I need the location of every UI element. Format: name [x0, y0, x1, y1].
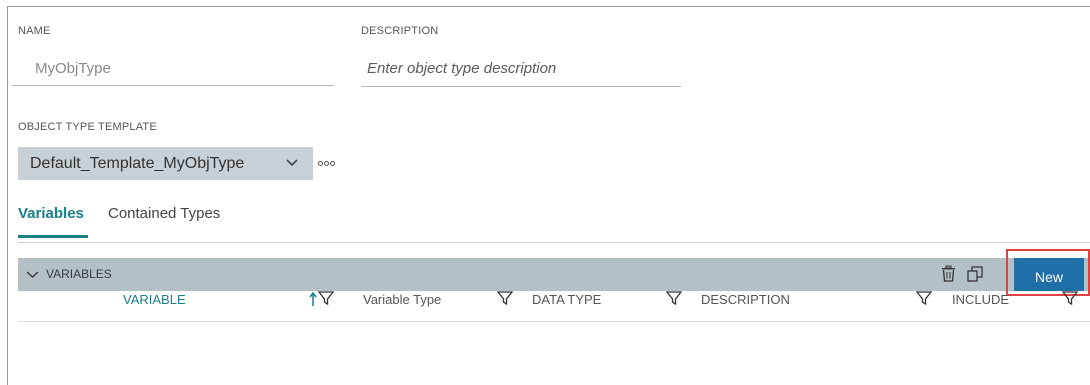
more-dot [330, 160, 335, 166]
more-dot [324, 160, 329, 166]
description-placeholder: Enter object type description [367, 60, 557, 77]
filter-icon[interactable] [318, 290, 334, 306]
description-label: DESCRIPTION [361, 25, 439, 37]
name-field[interactable]: MyObjType [12, 54, 334, 86]
filter-icon[interactable] [666, 290, 682, 306]
tab-contained-types[interactable]: Contained Types [108, 205, 220, 222]
chevron-down-icon [286, 159, 298, 167]
description-field[interactable]: Enter object type description [361, 54, 681, 87]
template-value: Default_Template_MyObjType [30, 154, 245, 172]
name-value: MyObjType [35, 60, 111, 77]
column-header-description[interactable]: DESCRIPTION [701, 292, 790, 312]
tabs-divider [18, 242, 1090, 243]
column-header-data-type[interactable]: DATA TYPE [532, 292, 601, 312]
section-title: VARIABLES [46, 267, 112, 281]
column-header-include[interactable]: INCLUDE [952, 292, 1009, 312]
trash-icon[interactable] [938, 263, 960, 285]
variables-section-header[interactable]: VARIABLES New [18, 258, 1090, 291]
more-options-button[interactable] [318, 156, 342, 170]
column-header-variable-type[interactable]: Variable Type [363, 292, 441, 312]
template-select[interactable]: Default_Template_MyObjType [18, 147, 313, 180]
name-label: NAME [18, 25, 51, 37]
filter-icon[interactable] [1062, 290, 1078, 306]
filter-icon[interactable] [497, 290, 513, 306]
highlight-box [1006, 249, 1090, 296]
column-header-variable[interactable]: VARIABLE [123, 292, 186, 312]
chevron-down-icon[interactable] [26, 268, 39, 281]
table-header-divider [18, 321, 1090, 322]
more-dot [318, 160, 323, 166]
template-label: OBJECT TYPE TEMPLATE [18, 121, 157, 133]
sort-ascending-icon[interactable] [309, 291, 317, 307]
filter-icon[interactable] [916, 290, 932, 306]
copy-icon[interactable] [965, 263, 987, 285]
tab-variables[interactable]: Variables [18, 205, 88, 238]
